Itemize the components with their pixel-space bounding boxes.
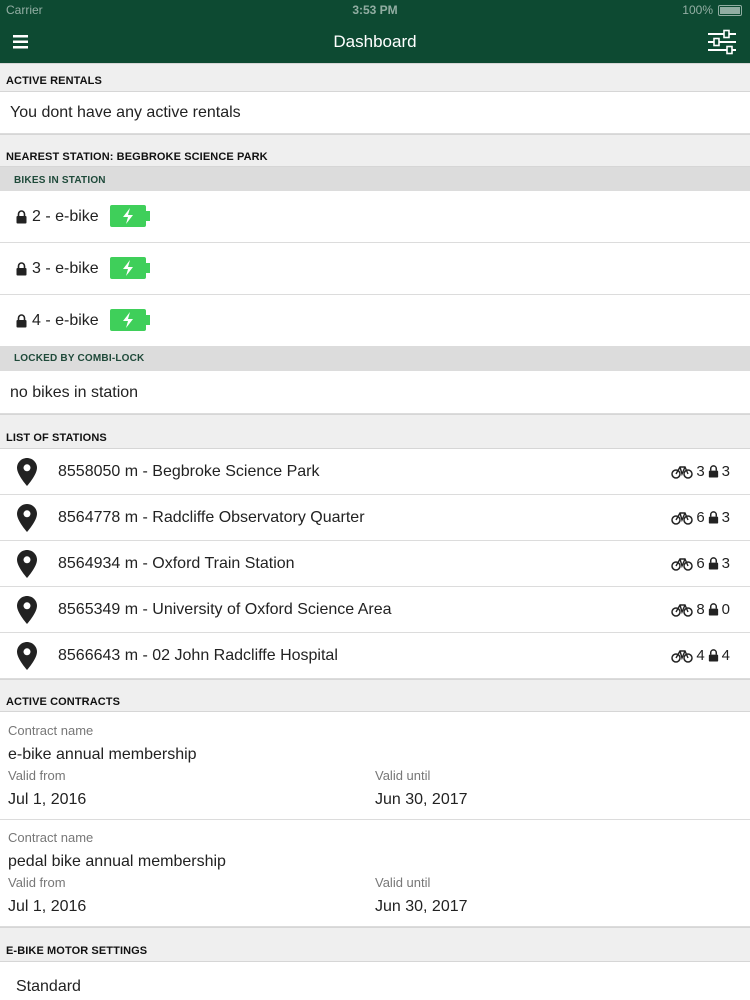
bicycle-icon xyxy=(671,603,694,617)
bicycle-icon xyxy=(671,649,694,663)
valid-from-label: Valid from xyxy=(8,768,66,783)
map-pin-icon xyxy=(17,596,37,624)
combi-lock-message: no bikes in station xyxy=(10,384,139,401)
map-pin-icon xyxy=(17,504,37,532)
stations-header: LIST OF STATIONS xyxy=(0,414,750,449)
station-row[interactable]: 8565349 m - University of Oxford Science… xyxy=(0,587,750,633)
station-counts: 6 3 xyxy=(671,509,730,526)
battery-icon xyxy=(718,4,742,16)
bicycle-icon xyxy=(671,557,694,571)
lock-icon xyxy=(708,603,718,616)
bicycle-icon xyxy=(671,511,694,525)
lock-icon xyxy=(16,314,27,328)
bikes-in-station-header: BIKES IN STATION xyxy=(0,167,750,191)
lock-count: 4 xyxy=(721,647,730,664)
bike-count: 8 xyxy=(696,601,705,618)
station-label: 8564934 m - Oxford Train Station xyxy=(58,555,295,572)
charging-battery-icon xyxy=(110,257,150,279)
lock-icon xyxy=(708,465,718,478)
contract-name-label: Contract name xyxy=(8,830,94,845)
motor-setting-row[interactable]: Standard xyxy=(0,962,750,1000)
map-pin-icon xyxy=(17,458,37,486)
contracts-header: ACTIVE CONTRACTS xyxy=(0,679,750,712)
station-counts: 3 3 xyxy=(671,463,730,480)
charging-battery-icon xyxy=(110,205,150,227)
station-counts: 4 4 xyxy=(671,647,730,664)
bike-label: 3 - e-bike xyxy=(32,260,99,277)
valid-from-date: Jul 1, 2016 xyxy=(8,791,87,808)
contract-name-label: Contract name xyxy=(8,723,94,738)
motor-settings-header: E-BIKE MOTOR SETTINGS xyxy=(0,927,750,962)
lock-count: 0 xyxy=(721,601,730,618)
top-bar: Carrier 3:53 PM 100% Dashboard xyxy=(0,0,750,63)
bicycle-icon xyxy=(671,465,694,479)
valid-until-date: Jun 30, 2017 xyxy=(375,898,468,915)
lock-count: 3 xyxy=(721,555,730,572)
lock-icon xyxy=(708,511,718,524)
contract-name: pedal bike annual membership xyxy=(8,853,226,870)
nav-bar: Dashboard xyxy=(0,20,750,63)
station-row[interactable]: 8564778 m - Radcliffe Observatory Quarte… xyxy=(0,495,750,541)
lock-count: 3 xyxy=(721,463,730,480)
bike-count: 3 xyxy=(696,463,705,480)
active-rentals-message: You dont have any active rentals xyxy=(10,104,241,121)
contract-card[interactable]: Contract name pedal bike annual membersh… xyxy=(0,820,750,927)
valid-until-label: Valid until xyxy=(375,875,431,890)
valid-from-label: Valid from xyxy=(8,875,66,890)
station-row[interactable]: 8558050 m - Begbroke Science Park 3 3 xyxy=(0,449,750,495)
station-label: 8566643 m - 02 John Radcliffe Hospital xyxy=(58,647,338,664)
valid-until-date: Jun 30, 2017 xyxy=(375,791,468,808)
nearest-station-header: NEAREST STATION: BEGBROKE SCIENCE PARK xyxy=(0,134,750,167)
lock-icon xyxy=(16,210,27,224)
lock-count: 3 xyxy=(721,509,730,526)
bike-row[interactable]: 4 - e-bike xyxy=(0,295,750,347)
station-label: 8565349 m - University of Oxford Science… xyxy=(58,601,392,618)
status-right: 100% xyxy=(682,3,742,17)
valid-until-label: Valid until xyxy=(375,768,431,783)
map-pin-icon xyxy=(17,550,37,578)
contract-name: e-bike annual membership xyxy=(8,746,197,763)
page-title: Dashboard xyxy=(333,32,417,51)
clock: 3:53 PM xyxy=(352,3,398,17)
bike-label: 2 - e-bike xyxy=(32,208,99,225)
lock-icon xyxy=(708,649,718,662)
status-bar: Carrier 3:53 PM 100% xyxy=(0,0,750,20)
battery-percent: 100% xyxy=(682,3,713,17)
station-label: 8558050 m - Begbroke Science Park xyxy=(58,463,320,480)
station-counts: 6 3 xyxy=(671,555,730,572)
lock-icon xyxy=(16,262,27,276)
combi-lock-row: no bikes in station xyxy=(0,371,750,414)
map-pin-icon xyxy=(17,642,37,670)
valid-from-date: Jul 1, 2016 xyxy=(8,898,87,915)
station-label: 8564778 m - Radcliffe Observatory Quarte… xyxy=(58,509,365,526)
sliders-icon[interactable] xyxy=(706,28,738,56)
station-row[interactable]: 8564934 m - Oxford Train Station 6 3 xyxy=(0,541,750,587)
station-row[interactable]: 8566643 m - 02 John Radcliffe Hospital 4… xyxy=(0,633,750,679)
combi-lock-header: LOCKED BY COMBI-LOCK xyxy=(0,347,750,371)
bike-row[interactable]: 3 - e-bike xyxy=(0,243,750,295)
bike-count: 6 xyxy=(696,555,705,572)
active-rentals-header: ACTIVE RENTALS xyxy=(0,63,750,92)
charging-battery-icon xyxy=(110,309,150,331)
contract-card[interactable]: Contract name e-bike annual membership V… xyxy=(0,712,750,820)
motor-setting-value: Standard xyxy=(16,978,81,995)
bike-count: 6 xyxy=(696,509,705,526)
bike-label: 4 - e-bike xyxy=(32,312,99,329)
station-counts: 8 0 xyxy=(671,601,730,618)
active-rentals-row: You dont have any active rentals xyxy=(0,92,750,134)
lock-icon xyxy=(708,557,718,570)
bike-count: 4 xyxy=(696,647,705,664)
bike-row[interactable]: 2 - e-bike xyxy=(0,191,750,243)
